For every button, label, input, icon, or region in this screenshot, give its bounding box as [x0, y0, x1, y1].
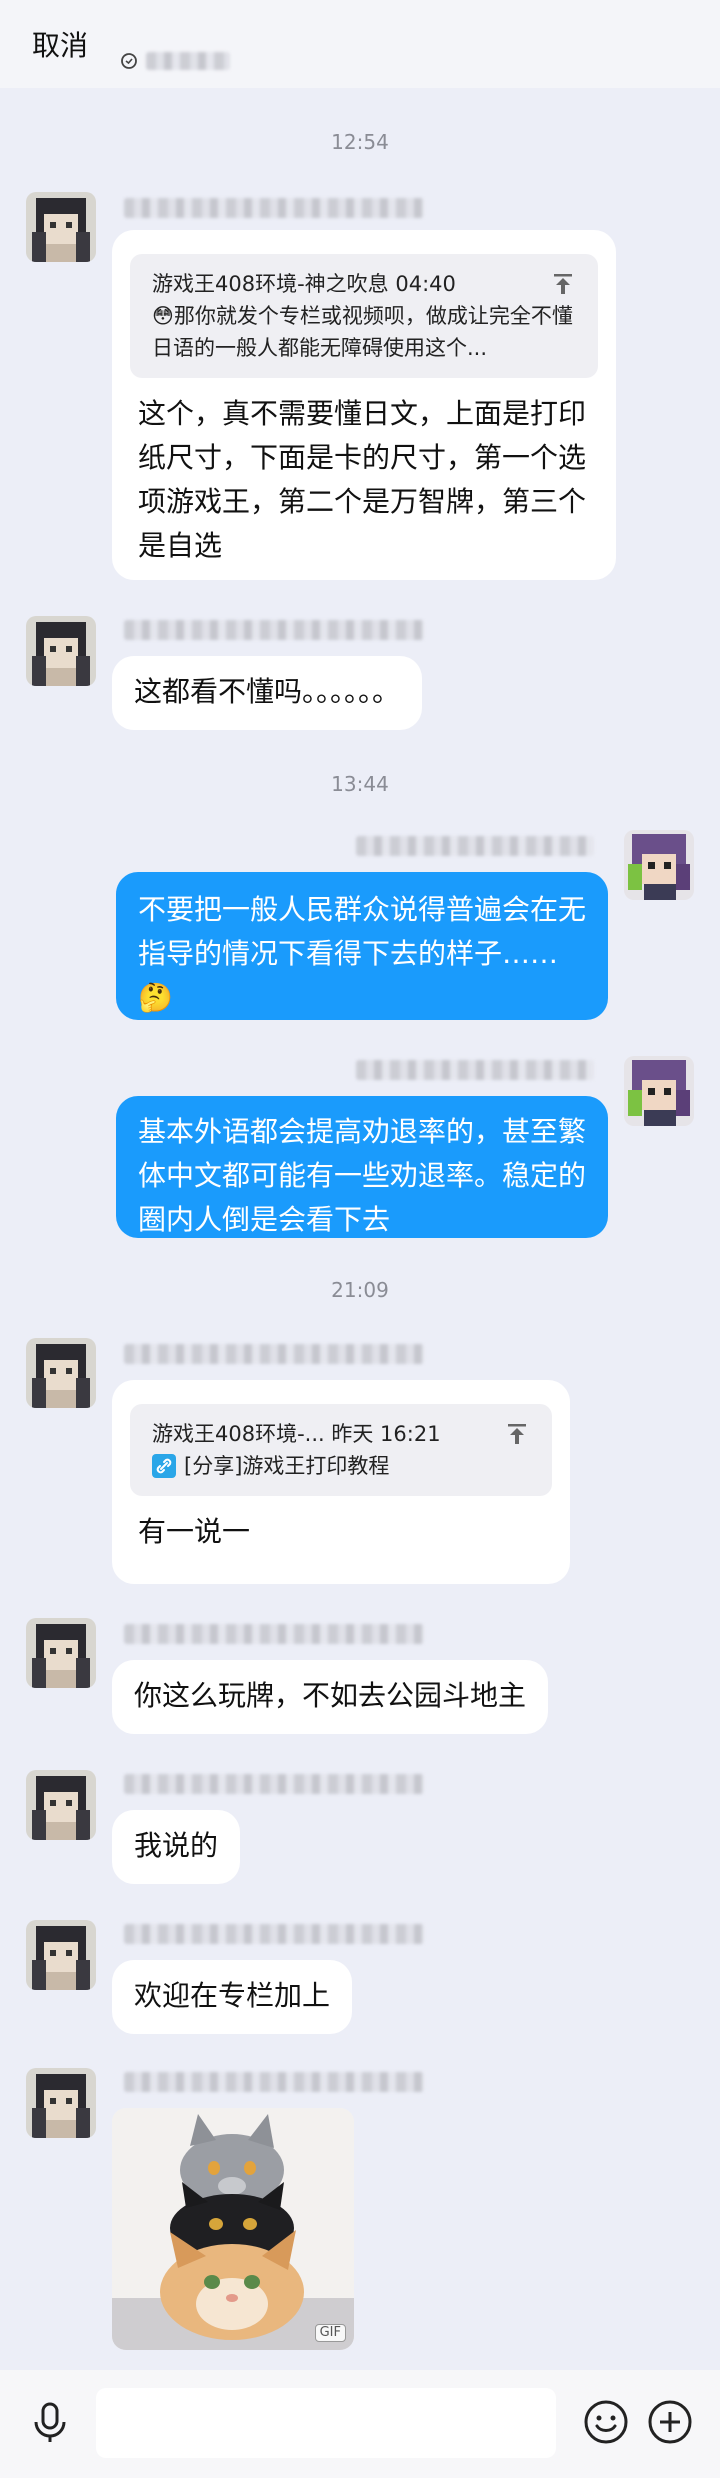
- clock-icon: [121, 53, 137, 69]
- microphone-icon[interactable]: [22, 2394, 78, 2450]
- my-message-bubble[interactable]: 基本外语都会提高劝退率的，甚至繁体中文都可能有一些劝退率。稳定的圈内人倒是会看下…: [116, 1096, 608, 1238]
- my-avatar[interactable]: [624, 830, 694, 900]
- sender-name: [124, 1624, 424, 1644]
- message-text: 这个，真不需要懂日文，上面是打印纸尺寸，下面是卡的尺寸，第一个选项游戏王，第二个…: [138, 397, 587, 562]
- gif-badge: GIF: [314, 2324, 346, 2342]
- avatar[interactable]: [26, 2068, 96, 2138]
- message-input[interactable]: [96, 2388, 556, 2458]
- sender-name: [124, 2072, 424, 2092]
- my-avatar[interactable]: [624, 1056, 694, 1126]
- message-text: 有一说一: [138, 1515, 251, 1548]
- upload-icon[interactable]: [504, 1421, 530, 1447]
- blurred-group-name: [146, 52, 230, 70]
- emoji-icon[interactable]: [578, 2394, 634, 2450]
- message-text: 欢迎在专栏加上: [134, 1979, 331, 2012]
- upload-icon[interactable]: [550, 271, 576, 297]
- avatar[interactable]: [26, 1338, 96, 1408]
- quote-title: 游戏王408环境-...: [152, 1422, 325, 1446]
- link-icon: [152, 1454, 176, 1478]
- top-bar: 取消: [0, 0, 720, 88]
- sender-name: [124, 1924, 424, 1944]
- message-text: 不要把一般人民群众说得普遍会在无指导的情况下看得下去的样子……🤔: [138, 893, 587, 1014]
- cancel-button[interactable]: 取消: [32, 24, 88, 64]
- message-bubble[interactable]: 游戏王408环境-神之吹息 04:40 😳那你就发个专栏或视频呗，做成让完全不懂…: [112, 230, 616, 580]
- avatar[interactable]: [26, 1770, 96, 1840]
- message-bubble[interactable]: 游戏王408环境-... 昨天 16:21 [分享]游戏王打印教程 有一说一: [112, 1380, 570, 1584]
- my-name: [356, 1060, 594, 1080]
- my-message-bubble[interactable]: 不要把一般人民群众说得普遍会在无指导的情况下看得下去的样子……🤔: [116, 872, 608, 1020]
- message-bubble[interactable]: 欢迎在专栏加上: [112, 1960, 353, 2034]
- plus-icon[interactable]: [642, 2394, 698, 2450]
- avatar[interactable]: [26, 192, 96, 262]
- timestamp: 21:09: [331, 1278, 389, 1302]
- my-name: [356, 836, 594, 856]
- avatar[interactable]: [26, 1618, 96, 1688]
- quote-title: 游戏王408环境-神之吹息: [152, 272, 389, 296]
- quoted-message[interactable]: 游戏王408环境-... 昨天 16:21 [分享]游戏王打印教程: [130, 1404, 552, 1496]
- group-subtitle: [120, 52, 230, 70]
- message-bubble[interactable]: 我说的: [112, 1810, 241, 1884]
- message-text: 这都看不懂吗。。。。。。: [134, 675, 401, 708]
- message-text: 你这么玩牌，不如去公园斗地主: [134, 1679, 527, 1712]
- message-text: 基本外语都会提高劝退率的，甚至繁体中文都可能有一些劝退率。稳定的圈内人倒是会看下…: [138, 1115, 587, 1236]
- gif-image-stacked-cats[interactable]: GIF: [112, 2108, 354, 2350]
- avatar[interactable]: [26, 616, 96, 686]
- message-text: 我说的: [134, 1829, 219, 1862]
- message-bubble[interactable]: 你这么玩牌，不如去公园斗地主: [112, 1660, 549, 1734]
- sender-name: [124, 198, 424, 218]
- quote-time: 04:40: [395, 272, 456, 296]
- avatar[interactable]: [26, 1920, 96, 1990]
- message-bubble[interactable]: 这都看不懂吗。。。。。。: [112, 656, 423, 730]
- timestamp: 13:44: [331, 772, 389, 796]
- quoted-message[interactable]: 游戏王408环境-神之吹息 04:40 😳那你就发个专栏或视频呗，做成让完全不懂…: [130, 254, 598, 378]
- quote-text: 😳那你就发个专栏或视频呗，做成让完全不懂日语的一般人都能无障碍使用这个...: [152, 304, 573, 360]
- quote-text: [分享]游戏王打印教程: [184, 1454, 390, 1478]
- quote-time: 昨天 16:21: [331, 1422, 441, 1446]
- timestamp: 12:54: [331, 130, 389, 154]
- sender-name: [124, 1344, 424, 1364]
- input-bar: [0, 2370, 720, 2478]
- sender-name: [124, 620, 424, 640]
- sender-name: [124, 1774, 424, 1794]
